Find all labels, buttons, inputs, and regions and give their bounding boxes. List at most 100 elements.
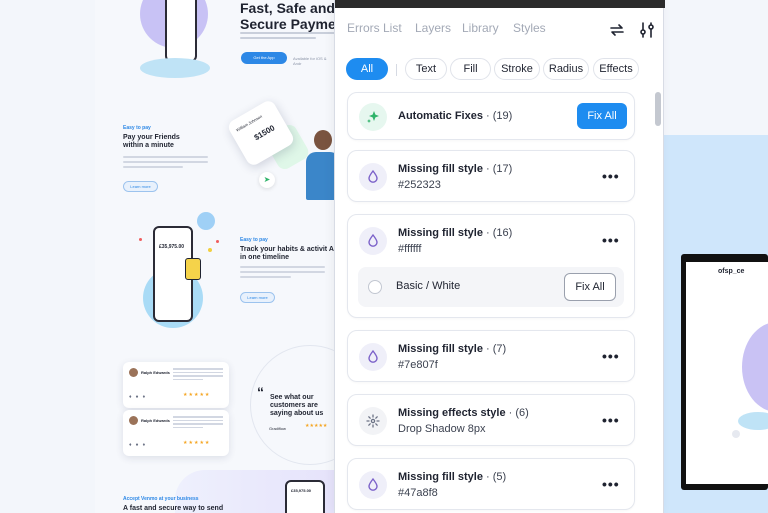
style-suggestion-row[interactable]: Basic / White Fix All [358,267,624,307]
suggestion-label: Basic / White [396,280,461,292]
testimonial-heading: See what our customers are saying about … [270,394,324,417]
more-options-icon[interactable]: ••• [602,413,620,427]
error-card[interactable]: Missing fill style · (16) #ffffff ••• Ba… [347,214,635,318]
track-learn-more: Learn more [240,292,275,303]
swap-arrows-icon[interactable] [607,20,629,40]
review-stars: ★★★★★ [183,392,211,398]
review-stars: ★★★★★ [183,440,211,446]
filter-chips: All Text Fill Stroke Radius Effects [335,56,665,84]
filter-radius[interactable]: Radius [543,58,589,80]
hero-note: Available for iOS & Andr [293,56,327,66]
suggestion-radio[interactable] [368,280,382,294]
reviewer-avatar [129,416,138,425]
quote-mark: “ [257,384,264,400]
frame-pedestal [738,412,768,430]
automatic-fixes-card[interactable]: Automatic Fixes · (19) Fix All [347,92,635,140]
error-card[interactable]: Missing effects style · (6) Drop Shadow … [347,394,635,446]
card-amount: $1500 [252,123,277,143]
person-illustration [300,128,335,202]
hero-get-app-button: Get the App [241,52,287,64]
more-options-icon[interactable]: ••• [602,477,620,491]
error-title: Missing fill style · (17) [398,163,512,175]
track-body-lines [240,266,325,281]
more-options-icon[interactable]: ••• [602,233,620,247]
hero-title: Fast, Safe and Secure Paymen [240,0,335,32]
tab-errors-list[interactable]: Errors List [347,21,402,35]
error-card[interactable]: Missing fill style · (7) #7e807f ••• [347,330,635,382]
fill-drop-icon [359,227,387,255]
reviewer-name: Ralph Edwards [141,370,170,375]
decor-bubble [197,212,215,230]
error-count: · (7) [486,343,507,355]
design-lint-panel: Errors List Layers Library Styles All Te… [334,0,665,513]
review-card: Ralph Edwards ♦●♦ ★★★★★ [123,362,229,408]
automatic-fixes-label: Automatic Fixes [398,110,483,122]
sparkle-icon [359,103,387,131]
review-source-label: Gradiflow [269,426,286,431]
decor-dot [216,240,219,243]
error-card[interactable]: Missing fill style · (17) #252323 ••• [347,150,635,202]
decor-dot [139,238,142,241]
filter-all[interactable]: All [346,58,388,80]
error-title: Missing fill style · (5) [398,471,506,483]
frame-preview[interactable]: ofsp_ce [686,262,768,484]
error-list: Automatic Fixes · (19) Fix All Missing f… [335,84,653,513]
fix-all-suggestion-button[interactable]: Fix All [564,273,616,301]
error-value: Drop Shadow 8px [398,423,486,435]
sliders-icon[interactable] [637,20,659,40]
fill-drop-icon [359,343,387,371]
frame-circle-shape [742,322,768,412]
scrollbar-track[interactable] [653,92,663,513]
frame-logo: ofsp_ce [718,268,745,275]
decor-dot [208,248,212,252]
hero-subtitle-lines [240,32,335,42]
frame-ball [732,430,740,438]
tab-layers[interactable]: Layers [415,21,451,35]
error-count: · (6) [508,407,529,419]
review-actions: ♦●♦ [129,442,150,448]
error-value: #ffffff [398,243,422,255]
filter-stroke[interactable]: Stroke [494,58,540,80]
automatic-fixes-count: · (19) [486,110,513,122]
pay-body-lines [123,156,208,171]
more-options-icon[interactable]: ••• [602,349,620,363]
landing-page-preview: Fast, Safe and Secure Paymen Get the App… [95,0,335,513]
error-count: · (5) [486,471,507,483]
error-type-label: Missing fill style [398,471,483,483]
hero-phone-image [165,0,197,62]
tab-library[interactable]: Library [462,21,499,35]
track-kicker: Easy to pay [240,237,268,243]
track-title: Track your habits & activit All in one t… [240,246,335,261]
filter-fill[interactable]: Fill [450,58,491,80]
error-card[interactable]: Missing fill style · (5) #47a8f8 ••• [347,458,635,510]
tab-styles[interactable]: Styles [513,21,546,35]
pay-title: Pay your Friends within a minute [123,134,180,149]
fix-all-automatic-button[interactable]: Fix All [577,103,627,129]
hero-pedestal [140,58,210,78]
footer-kicker: Accept Venmo at your business [123,496,199,502]
error-type-label: Missing fill style [398,227,483,239]
more-options-icon[interactable]: ••• [602,169,620,183]
send-icon: ➤ [259,172,275,188]
error-count: · (17) [486,163,513,175]
reviewer-avatar [129,368,138,377]
fill-drop-icon [359,471,387,499]
error-title: Missing fill style · (7) [398,343,506,355]
footer-phone-balance: £35,975.00 [291,488,312,493]
panel-tabs: Errors List Layers Library Styles [335,8,665,50]
pay-learn-more: Learn more [123,181,158,192]
error-type-label: Missing fill style [398,163,483,175]
fill-drop-icon [359,163,387,191]
error-value: #47a8f8 [398,487,438,499]
error-title: Missing fill style · (16) [398,227,512,239]
error-type-label: Missing effects style [398,407,506,419]
review-text-lines [173,368,223,382]
filter-divider [396,64,397,76]
review-source-stars: ★★★★★ [305,423,328,429]
filter-effects[interactable]: Effects [593,58,639,80]
effects-sun-icon [359,407,387,435]
error-count: · (16) [486,227,513,239]
error-value: #252323 [398,179,441,191]
filter-text[interactable]: Text [405,58,447,80]
scrollbar-thumb[interactable] [655,92,661,126]
